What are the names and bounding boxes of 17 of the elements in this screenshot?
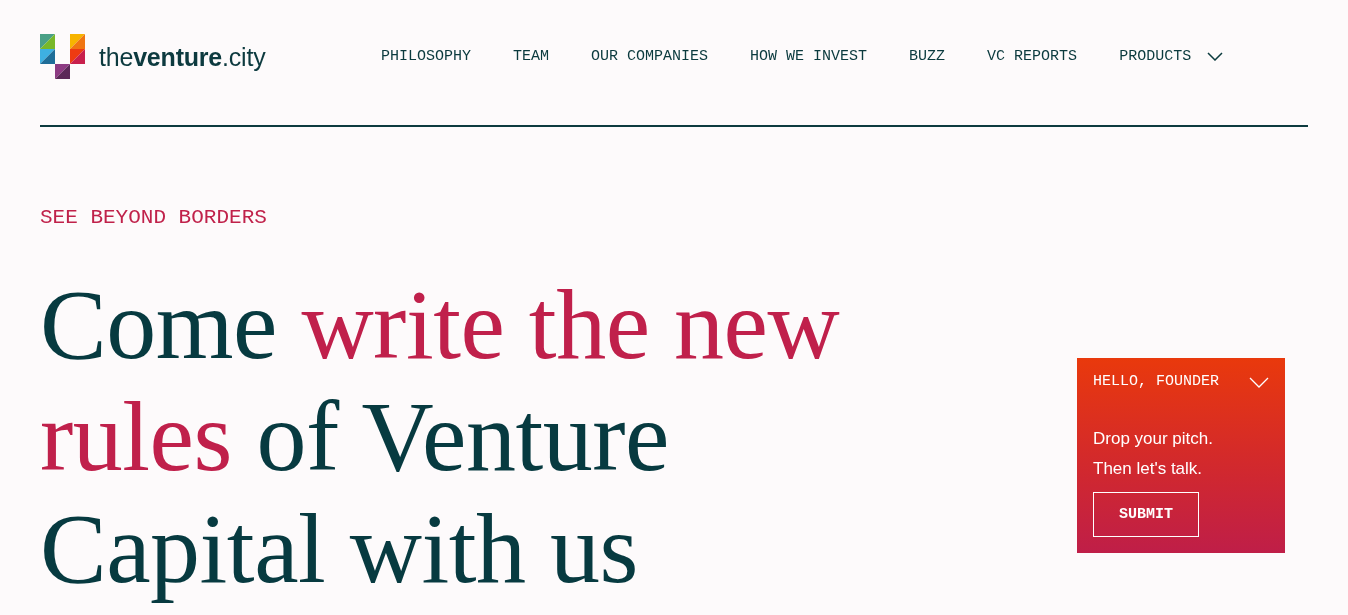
nav-link[interactable]: PHILOSOPHY — [381, 46, 471, 67]
chevron-down-icon — [1249, 376, 1269, 388]
submit-button[interactable]: SUBMIT — [1093, 492, 1199, 537]
eyebrow-text: SEE BEYOND BORDERS — [40, 205, 267, 231]
nav-link[interactable]: HOW WE INVEST — [750, 46, 868, 67]
nav-link[interactable]: TEAM — [513, 46, 550, 67]
nav-link[interactable]: BUZZ — [909, 46, 946, 67]
nav-link[interactable]: OUR COMPANIES — [591, 46, 709, 67]
headline: Come write the new rules of Venture Capital with us — [40, 269, 841, 605]
nav-link[interactable]: VC REPORTS — [987, 46, 1078, 67]
chevron-down-icon — [1207, 52, 1224, 61]
logo-wordmark: theventure.city — [99, 41, 266, 72]
logo-icon — [40, 34, 85, 79]
nav-dropdown[interactable]: PRODUCTS — [1119, 46, 1224, 67]
founder-toggle[interactable]: HELLO, FOUNDER — [1093, 370, 1269, 394]
logo-link[interactable]: theventure.city — [40, 34, 266, 79]
pitch-message: Drop your pitch. Then let's talk. — [1093, 428, 1214, 480]
